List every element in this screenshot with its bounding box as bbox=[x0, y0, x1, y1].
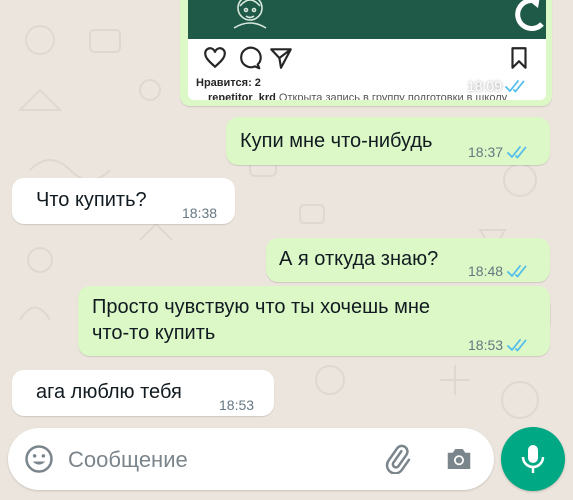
emoji-icon[interactable] bbox=[24, 444, 54, 474]
post-likes: Нравится: 2 bbox=[196, 77, 261, 89]
comment-icon[interactable] bbox=[236, 45, 262, 71]
bookmark-icon[interactable] bbox=[506, 45, 532, 71]
voice-message-button[interactable] bbox=[501, 427, 565, 491]
message-time: 18:53 bbox=[219, 397, 255, 413]
outgoing-message[interactable]: Просто чувствую что ты хочешь мне что-то… bbox=[78, 286, 550, 356]
read-ticks-icon bbox=[505, 80, 525, 93]
message-text-line: Просто чувствую что ты хочешь мне bbox=[92, 296, 431, 318]
message-time: 18:53 bbox=[468, 337, 504, 353]
message-meta: 18:53 bbox=[468, 332, 532, 358]
post-caption: repetitor_krd Открыта запись в группу по… bbox=[208, 92, 507, 100]
message-composer bbox=[8, 428, 494, 490]
outgoing-message[interactable]: Купи мне что-нибудь 18:37 bbox=[226, 117, 550, 165]
forwarded-post-message[interactable]: Нравится: 2 repetitor_krd Открыта запись… bbox=[180, 0, 552, 106]
message-text: Просто чувствую что ты хочешь мне что-то… bbox=[92, 294, 430, 346]
message-text: Что купить? bbox=[36, 189, 147, 211]
read-ticks-icon bbox=[507, 265, 527, 278]
read-ticks-icon bbox=[507, 146, 527, 159]
microphone-icon bbox=[521, 445, 545, 473]
message-text: ага люблю тебя bbox=[36, 381, 182, 403]
post-preview-card[interactable]: Нравится: 2 repetitor_krd Открыта запись… bbox=[188, 0, 546, 100]
message-text: Купи мне что-нибудь bbox=[240, 130, 433, 152]
message-text: А я откуда знаю? bbox=[279, 248, 439, 270]
message-input[interactable] bbox=[66, 442, 370, 478]
read-ticks-icon bbox=[507, 339, 527, 352]
message-text-line: что-то купить bbox=[92, 322, 216, 344]
message-time: 18:38 bbox=[182, 205, 218, 221]
message-time: 18:37 bbox=[468, 144, 504, 160]
incoming-message[interactable]: ага люблю тебя 18:53 bbox=[12, 370, 274, 416]
post-author: repetitor_krd bbox=[208, 92, 276, 100]
share-icon[interactable] bbox=[268, 45, 294, 71]
post-actions bbox=[188, 43, 546, 73]
message-meta: 18:38 bbox=[182, 200, 217, 226]
message-meta: 18:48 bbox=[468, 258, 532, 284]
message-meta: 18:53 bbox=[219, 392, 254, 418]
heart-icon[interactable] bbox=[202, 45, 228, 71]
message-meta: 18:09 bbox=[467, 78, 530, 94]
incoming-message[interactable]: Что купить? 18:38 bbox=[12, 178, 235, 224]
camera-icon[interactable] bbox=[444, 444, 474, 474]
message-time: 18:48 bbox=[468, 263, 504, 279]
message-meta: 18:37 bbox=[468, 139, 532, 165]
paperclip-icon[interactable] bbox=[382, 444, 412, 474]
message-time: 18:09 bbox=[466, 78, 502, 94]
post-image[interactable] bbox=[188, 0, 546, 39]
outgoing-message[interactable]: А я откуда знаю? 18:48 bbox=[266, 238, 550, 282]
